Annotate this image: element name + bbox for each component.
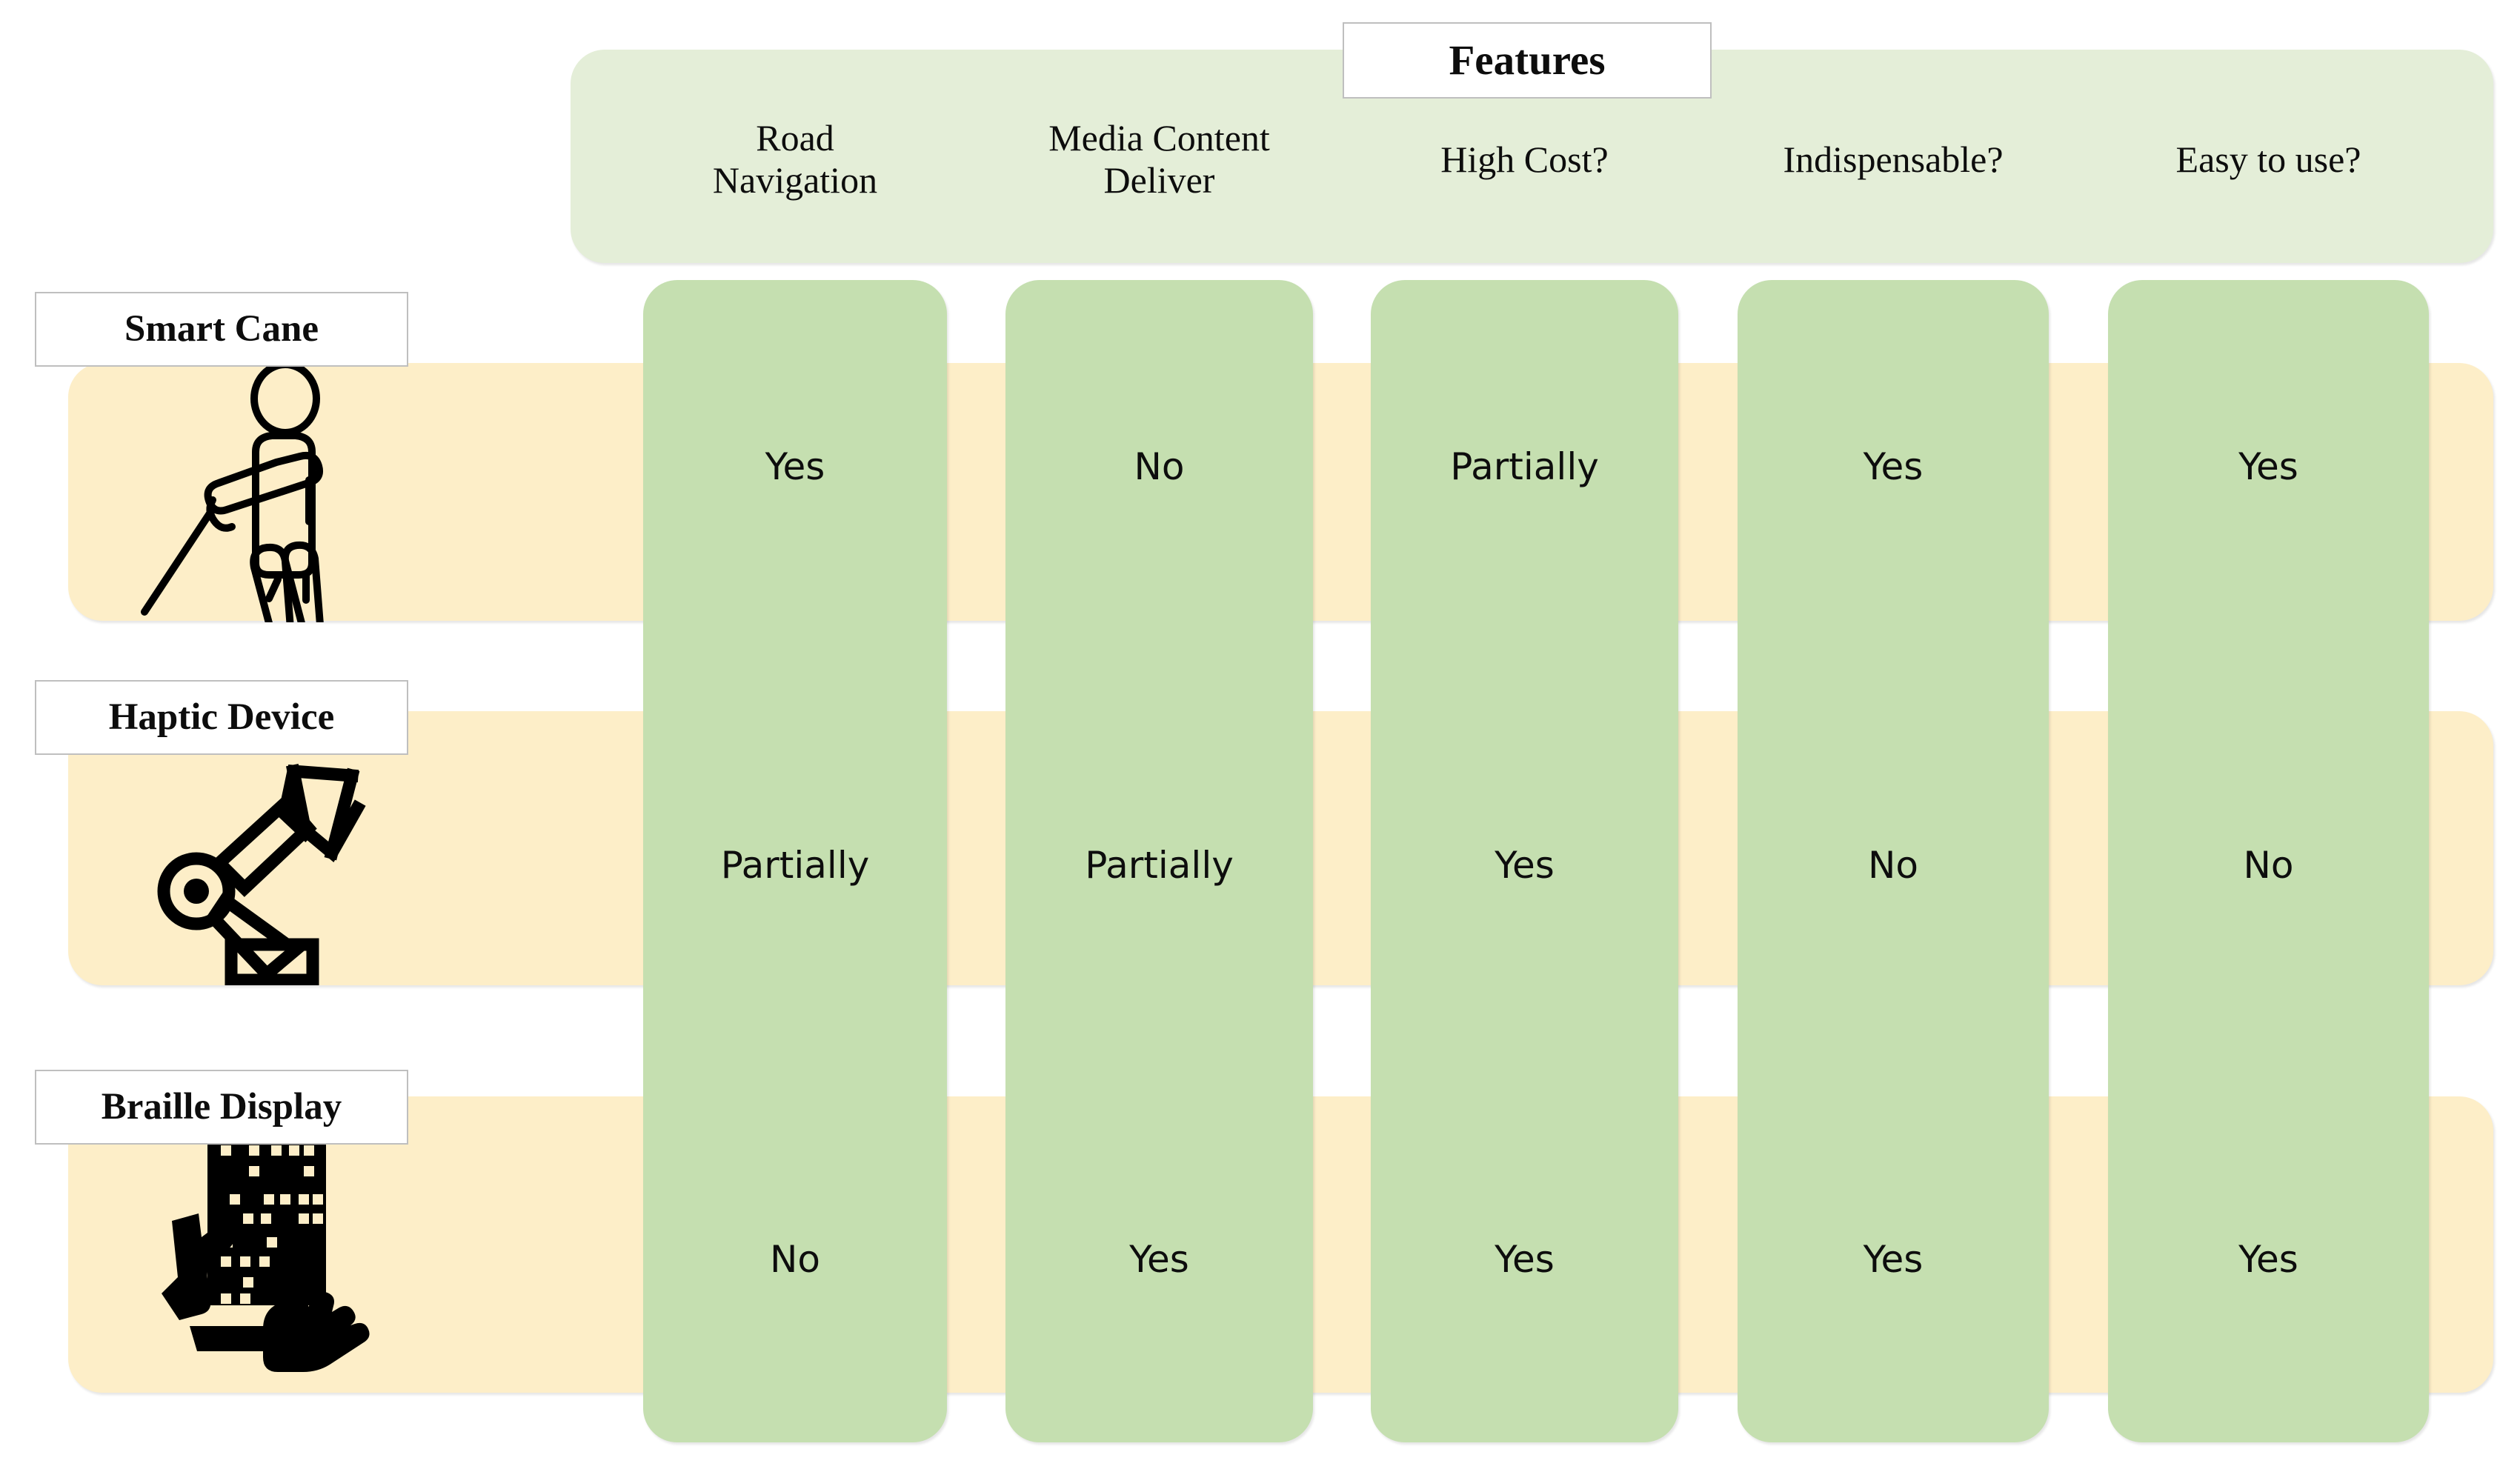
cell-braille-display-high-cost: Yes (1371, 1222, 1678, 1296)
column-header-label: Media Content Deliver (1048, 117, 1270, 201)
cell-value: Yes (1495, 1238, 1555, 1281)
cell-smart-cane-road-navigation: Yes (643, 430, 947, 504)
features-group-title-label: Features (1449, 37, 1606, 84)
column-header-media-content-deliver: Media Content Deliver (1005, 111, 1313, 207)
cell-smart-cane-indispensable: Yes (1738, 430, 2049, 504)
cell-value: Partially (1085, 844, 1234, 887)
cell-smart-cane-easy-to-use: Yes (2108, 430, 2429, 504)
cell-value: Partially (1450, 445, 1599, 488)
person-with-white-cane-icon (137, 361, 374, 656)
cell-value: Yes (1863, 1238, 1924, 1281)
cell-value: Yes (1129, 1238, 1189, 1281)
cell-braille-display-road-navigation: No (643, 1222, 947, 1296)
row-label-text: Haptic Device (108, 696, 335, 738)
comparison-matrix: Features Road Navigation Media Content Del… (0, 0, 2520, 1472)
row-label-haptic-device: Haptic Device (35, 680, 408, 755)
cell-value: Yes (2238, 445, 2298, 488)
cell-haptic-device-high-cost: Yes (1371, 828, 1678, 902)
cell-value: No (770, 1238, 820, 1281)
cell-value: Yes (1495, 844, 1555, 887)
cell-value: No (1868, 844, 1918, 887)
cell-haptic-device-easy-to-use: No (2108, 828, 2429, 902)
cell-value: Yes (2238, 1238, 2298, 1281)
cell-smart-cane-high-cost: Partially (1371, 430, 1678, 504)
row-label-braille-display: Braille Display (35, 1070, 408, 1145)
row-label-smart-cane: Smart Cane (35, 292, 408, 367)
cell-haptic-device-road-navigation: Partially (643, 828, 947, 902)
column-header-label: Easy to use? (2175, 138, 2361, 180)
cell-smart-cane-media-content-deliver: No (1005, 430, 1313, 504)
robotic-arm-icon (133, 722, 378, 987)
column-header-label: Indispensable? (1783, 138, 2004, 180)
row-label-text: Braille Display (101, 1086, 342, 1128)
column-header-high-cost: High Cost? (1371, 111, 1678, 207)
cell-braille-display-easy-to-use: Yes (2108, 1222, 2429, 1296)
cell-value: Yes (765, 445, 825, 488)
cell-value: Partially (720, 844, 870, 887)
cell-haptic-device-media-content-deliver: Partially (1005, 828, 1313, 902)
row-label-text: Smart Cane (124, 308, 319, 350)
column-header-label: High Cost? (1440, 138, 1609, 180)
column-header-label: Road Navigation (712, 117, 878, 201)
braille-display-hand-icon (119, 1120, 370, 1387)
features-group-title: Features (1343, 22, 1712, 99)
cell-value: Yes (1863, 445, 1924, 488)
cell-braille-display-media-content-deliver: Yes (1005, 1222, 1313, 1296)
column-header-road-navigation: Road Navigation (643, 111, 947, 207)
column-header-indispensable: Indispensable? (1738, 111, 2049, 207)
cell-braille-display-indispensable: Yes (1738, 1222, 2049, 1296)
cell-value: No (1134, 445, 1185, 488)
cell-haptic-device-indispensable: No (1738, 828, 2049, 902)
cell-value: No (2243, 844, 2294, 887)
column-header-easy-to-use: Easy to use? (2108, 111, 2429, 207)
